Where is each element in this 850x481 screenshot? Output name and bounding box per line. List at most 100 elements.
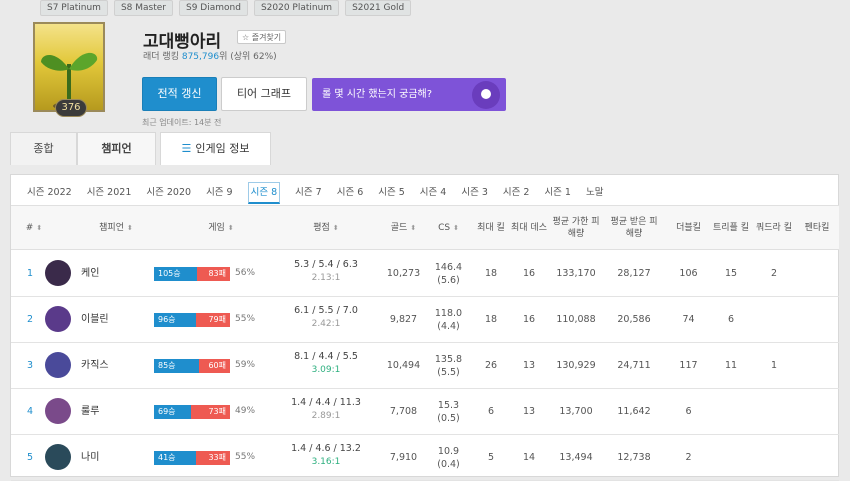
playtime-banner[interactable]: 롤 몇 시간 했는지 궁금해? xyxy=(312,78,506,111)
cs-cell: 15.3 (0.5) xyxy=(426,389,471,434)
champion-portrait-icon[interactable] xyxy=(45,260,71,286)
season-tab[interactable]: 시즌 4 xyxy=(420,182,447,204)
triple-cell xyxy=(713,435,749,480)
win-rate: 59% xyxy=(235,360,256,370)
quadra-cell xyxy=(756,435,792,480)
col-champion[interactable]: 챔피언 ⬍ xyxy=(71,206,161,250)
table-row[interactable]: 5 나미 41승 33패 55% 1.4 / 4.6 / 13.2 3.16:1 7,910 1… xyxy=(11,435,839,481)
col-max-deaths[interactable]: 최대 데스 xyxy=(511,206,547,250)
avg-taken-cell: 28,127 xyxy=(617,268,651,279)
season-tab[interactable]: 시즌 7 xyxy=(295,182,322,204)
win-rate: 55% xyxy=(235,314,256,324)
wins: 69승 xyxy=(154,405,191,419)
col-penta[interactable]: 펜타킬 xyxy=(797,206,837,250)
avg-taken-cell: 11,642 xyxy=(617,406,651,417)
kda-ratio: 2.13:1 xyxy=(311,273,341,283)
kda-ratio: 2.42:1 xyxy=(311,319,341,329)
champion-name[interactable]: 케인 xyxy=(81,251,99,296)
losses: 33패 xyxy=(196,451,230,465)
losses: 83패 xyxy=(197,267,230,281)
cs-per-min: (0.4) xyxy=(437,458,460,470)
avg-dealt-cell: 133,170 xyxy=(556,268,596,279)
season-tab[interactable]: 시즌 6 xyxy=(337,182,364,204)
table-row[interactable]: 1 케인 105승 83패 56% 5.3 / 5.4 / 6.3 2.13:1 10,273… xyxy=(11,251,839,297)
quadra-cell: 2 xyxy=(770,268,778,279)
col-max-kills[interactable]: 최대 킬 xyxy=(471,206,511,250)
losses: 79패 xyxy=(196,313,230,327)
tier-tag: S2020 Platinum xyxy=(253,0,340,16)
champion-portrait-icon[interactable] xyxy=(45,306,71,332)
penta-cell xyxy=(797,343,837,388)
kda-ratio: 2.89:1 xyxy=(311,411,341,421)
col-avg-taken[interactable]: 평균 받은 피해량 xyxy=(609,206,659,250)
favorite-button[interactable]: ☆ 즐겨찾기 xyxy=(237,30,287,44)
season-tab[interactable]: 시즌 2021 xyxy=(87,182,132,204)
table-header: # ⬍ 챔피언 ⬍ 게임 ⬍ 평점 ⬍ 골드 ⬍ CS ⬍ 최대 킬 최대 데스 평균 가한… xyxy=(11,205,839,250)
gold-cell: 10,494 xyxy=(386,360,421,371)
col-rating[interactable]: 평점 ⬍ xyxy=(276,206,376,250)
kda: 5.3 / 5.4 / 6.3 2.13:1 xyxy=(276,259,376,283)
max-deaths-cell: 13 xyxy=(522,406,536,417)
tier-graph-button[interactable]: 티어 그래프 xyxy=(221,77,307,111)
max-deaths-cell: 16 xyxy=(522,268,536,279)
avg-dealt-cell: 110,088 xyxy=(556,314,596,325)
tab-ingame[interactable]: ☰ 인게임 정보 xyxy=(160,132,271,165)
season-tab[interactable]: 시즌 1 xyxy=(544,182,571,204)
avg-dealt-cell: 13,700 xyxy=(559,406,593,417)
row-rank: 5 xyxy=(26,452,34,463)
table-row[interactable]: 3 카직스 85승 60패 59% 8.1 / 4.4 / 5.5 3.09:1 10,494… xyxy=(11,343,839,389)
champion-name[interactable]: 나미 xyxy=(81,435,99,480)
col-avg-dealt[interactable]: 평균 가한 피해량 xyxy=(551,206,601,250)
tier-history: S7 Platinum S8 Master S9 Diamond S2020 P… xyxy=(40,0,412,16)
season-tab[interactable]: 시즌 2022 xyxy=(27,182,72,204)
gold-cell: 10,273 xyxy=(386,268,421,279)
quadra-cell: 1 xyxy=(770,360,778,371)
table-row[interactable]: 4 룰루 69승 73패 49% 1.4 / 4.4 / 11.3 2.89:1 7,708 1… xyxy=(11,389,839,435)
tab-champions[interactable]: 챔피언 xyxy=(77,132,156,165)
cs-per-min: (0.5) xyxy=(437,412,460,424)
champion-name[interactable]: 카직스 xyxy=(81,343,109,388)
col-gold[interactable]: 골드 ⬍ xyxy=(381,206,426,250)
col-cs[interactable]: CS ⬍ xyxy=(426,206,471,250)
champion-name[interactable]: 이블린 xyxy=(81,297,109,342)
col-games[interactable]: 게임 ⬍ xyxy=(171,206,271,250)
triple-cell: 11 xyxy=(724,360,738,371)
win-loss-bar: 85승 60패 xyxy=(154,359,230,373)
cs-per-min: (5.6) xyxy=(437,274,460,286)
col-double[interactable]: 더블킬 xyxy=(666,206,711,250)
win-loss-bar: 96승 79패 xyxy=(154,313,230,327)
tab-summary[interactable]: 종합 xyxy=(10,132,77,165)
ladder-rank-value[interactable]: 875,796 xyxy=(182,52,219,62)
season-tab[interactable]: 시즌 3 xyxy=(461,182,488,204)
champion-portrait-icon[interactable] xyxy=(45,352,71,378)
col-quadra[interactable]: 쿼드라 킬 xyxy=(756,206,792,250)
kda-values: 5.3 / 5.4 / 6.3 xyxy=(294,259,358,270)
tab-ingame-label: 인게임 정보 xyxy=(195,142,250,155)
season-tab[interactable]: 시즌 5 xyxy=(378,182,405,204)
champion-name[interactable]: 룰루 xyxy=(81,389,99,434)
season-tab[interactable]: 노말 xyxy=(586,182,603,204)
summoner-level: 376 xyxy=(55,99,87,117)
win-rate: 55% xyxy=(235,452,256,462)
champion-portrait-icon[interactable] xyxy=(45,444,71,470)
kda: 6.1 / 5.5 / 7.0 2.42:1 xyxy=(276,305,376,329)
max-deaths-cell: 16 xyxy=(522,314,536,325)
row-rank: 3 xyxy=(26,360,34,371)
penta-cell xyxy=(797,389,837,434)
wins: 105승 xyxy=(154,267,197,281)
table-row[interactable]: 2 이블린 96승 79패 55% 6.1 / 5.5 / 7.0 2.42:1 9,827 1… xyxy=(11,297,839,343)
season-tab-active[interactable]: 시즌 8 xyxy=(247,182,281,204)
season-tab[interactable]: 시즌 2020 xyxy=(146,182,191,204)
refresh-button[interactable]: 전적 갱신 xyxy=(142,77,217,111)
season-tab[interactable]: 시즌 9 xyxy=(206,182,233,204)
max-deaths-cell: 14 xyxy=(522,452,536,463)
season-tab[interactable]: 시즌 2 xyxy=(503,182,530,204)
win-loss-bar: 69승 73패 xyxy=(154,405,230,419)
col-rank[interactable]: # ⬍ xyxy=(19,206,49,250)
sort-icon: ⬍ xyxy=(36,224,43,232)
kda: 1.4 / 4.4 / 11.3 2.89:1 xyxy=(276,397,376,421)
col-triple[interactable]: 트리플 킬 xyxy=(713,206,749,250)
season-tabs: 시즌 2022 시즌 2021 시즌 2020 시즌 9 시즌 8 시즌 7 시… xyxy=(27,182,618,204)
losses: 60패 xyxy=(199,359,230,373)
champion-portrait-icon[interactable] xyxy=(45,398,71,424)
